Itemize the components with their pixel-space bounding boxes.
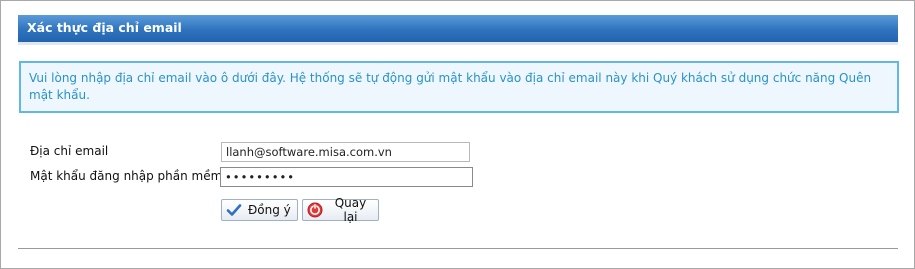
info-message: Vui lòng nhập địa chỉ email vào ô dưới đ… [29, 71, 872, 102]
checkmark-icon [226, 202, 242, 218]
email-field[interactable] [221, 142, 470, 162]
ok-button[interactable]: Đồng ý [221, 199, 298, 221]
password-label: Mật khẩu đăng nhập phần mềm [30, 169, 223, 183]
section-title: Xác thực địa chỉ email [27, 20, 182, 35]
back-circle-icon [307, 202, 323, 218]
ok-button-label: Đồng ý [248, 203, 291, 217]
info-message-box: Vui lòng nhập địa chỉ email vào ô dưới đ… [19, 61, 899, 113]
password-field[interactable]: ••••••••• [220, 167, 473, 187]
section-title-bar: Xác thực địa chỉ email [18, 15, 898, 45]
bottom-divider [18, 248, 898, 249]
email-verification-panel: Xác thực địa chỉ email Vui lòng nhập địa… [0, 0, 915, 269]
back-button-label: Quay lại [334, 196, 367, 224]
email-label: Địa chỉ email [30, 144, 109, 158]
back-button[interactable]: Quay lại [302, 196, 379, 224]
